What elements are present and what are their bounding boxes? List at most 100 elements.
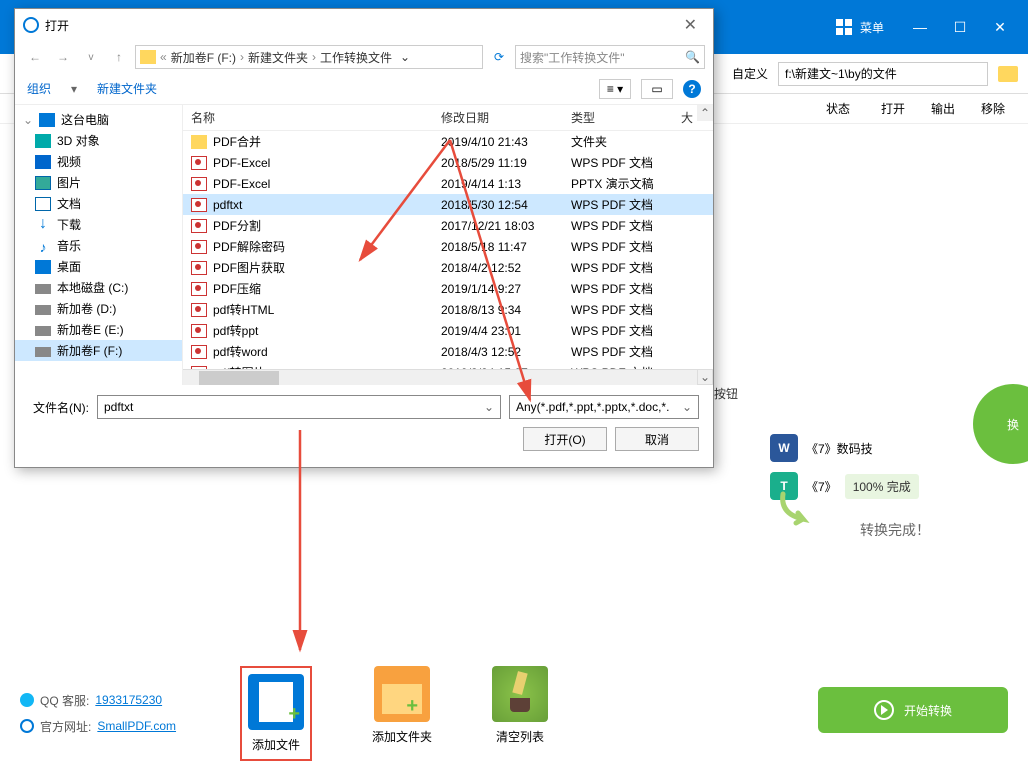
cancel-button[interactable]: 取消	[615, 427, 699, 451]
recent-dropdown[interactable]: v	[79, 45, 103, 69]
start-label: 开始转换	[904, 702, 952, 719]
nav-item[interactable]: ⌄这台电脑	[15, 109, 182, 130]
add-file-label: 添加文件	[252, 736, 300, 753]
dialog-titlebar: 打开 ✕	[15, 9, 713, 41]
file-icon	[191, 240, 207, 254]
add-file-button[interactable]: + 添加文件	[240, 666, 312, 761]
nav-item[interactable]: 3D 对象	[15, 130, 182, 151]
nav-item[interactable]: 视频	[15, 151, 182, 172]
chevron-down-icon[interactable]: ⌄	[396, 50, 414, 64]
file-row[interactable]: PDF-Excel2019/4/14 1:13PPTX 演示文稿	[183, 173, 713, 194]
nav-item[interactable]: 本地磁盘 (C:)	[15, 277, 182, 298]
minimize-button[interactable]: —	[900, 0, 940, 54]
menu-grid-icon	[836, 19, 852, 35]
col-open: 打开	[868, 100, 918, 117]
up-button[interactable]: ↑	[107, 45, 131, 69]
clear-list-button[interactable]: 清空列表	[492, 666, 548, 761]
folder-icon[interactable]	[998, 66, 1018, 82]
task-name: 《7》数码技	[806, 440, 873, 457]
nav-item[interactable]: 新加卷 (D:)	[15, 298, 182, 319]
file-row[interactable]: PDF压缩2019/1/14 9:27WPS PDF 文档	[183, 278, 713, 299]
nav-item[interactable]: 新加卷E (E:)	[15, 319, 182, 340]
progress-badge: 100% 完成	[845, 474, 919, 499]
breadcrumb[interactable]: « 新加卷F (F:)› 新建文件夹› 工作转换文件 ⌄	[135, 45, 483, 69]
nav-item[interactable]: ↓下载	[15, 214, 182, 235]
back-button[interactable]: ←	[23, 45, 47, 69]
close-button[interactable]: ✕	[980, 0, 1020, 54]
menu-label: 菜单	[860, 19, 884, 36]
annotation-button-label: 按钮	[714, 385, 738, 402]
nav-icon	[35, 155, 51, 169]
scroll-up-button[interactable]: ⌃	[697, 105, 713, 121]
forward-button[interactable]: →	[51, 45, 75, 69]
file-row[interactable]: PDF解除密码2018/5/18 11:47WPS PDF 文档	[183, 236, 713, 257]
file-icon	[191, 177, 207, 191]
file-icon	[191, 261, 207, 275]
dialog-title: 打开	[45, 17, 69, 34]
nav-icon: ♪	[35, 239, 51, 253]
file-row[interactable]: pdftxt2018/5/30 12:54WPS PDF 文档	[183, 194, 713, 215]
col-name-header[interactable]: 名称	[191, 109, 441, 126]
file-row[interactable]: PDF分割2017/12/21 18:03WPS PDF 文档	[183, 215, 713, 236]
search-placeholder: 搜索"工作转换文件"	[520, 49, 625, 66]
swoosh-arrow-icon	[778, 489, 818, 529]
menu-button[interactable]: 菜单	[820, 0, 900, 54]
output-path-input[interactable]	[778, 62, 988, 86]
filename-input[interactable]: pdftxt⌄	[97, 395, 501, 419]
file-icon	[191, 303, 207, 317]
horizontal-scrollbar[interactable]	[183, 369, 697, 385]
file-row[interactable]: pdf转word2018/4/3 12:52WPS PDF 文档	[183, 341, 713, 362]
file-row[interactable]: PDF图片获取2018/4/2 12:52WPS PDF 文档	[183, 257, 713, 278]
custom-label[interactable]: 自定义	[732, 65, 768, 82]
add-file-icon: +	[248, 674, 304, 730]
new-folder-button[interactable]: 新建文件夹	[97, 80, 157, 97]
nav-icon: ↓	[35, 218, 51, 232]
site-link[interactable]: SmallPDF.com	[97, 719, 176, 733]
start-convert-button[interactable]: 开始转换	[818, 687, 1008, 733]
nav-icon	[35, 176, 51, 190]
file-row[interactable]: PDF-Excel2018/5/29 11:19WPS PDF 文档	[183, 152, 713, 173]
nav-item[interactable]: 图片	[15, 172, 182, 193]
file-icon	[191, 345, 207, 359]
maximize-button[interactable]: ☐	[940, 0, 980, 54]
view-mode-button[interactable]: ≡ ▾	[599, 79, 631, 99]
file-row[interactable]: pdf转ppt2019/4/4 23:01WPS PDF 文档	[183, 320, 713, 341]
col-output: 输出	[918, 100, 968, 117]
nav-icon	[35, 347, 51, 357]
search-input[interactable]: 搜索"工作转换文件" 🔍	[515, 45, 705, 69]
nav-icon	[35, 260, 51, 274]
col-type-header[interactable]: 类型	[571, 109, 681, 126]
scroll-down-button[interactable]: ⌄	[697, 369, 713, 385]
col-date-header[interactable]: 修改日期	[441, 109, 571, 126]
dialog-body: ⌄这台电脑3D 对象视频图片文档↓下载♪音乐桌面本地磁盘 (C:)新加卷 (D:…	[15, 105, 713, 385]
dialog-close-button[interactable]: ✕	[676, 15, 705, 35]
add-folder-button[interactable]: + 添加文件夹	[372, 666, 432, 761]
dialog-nav-bar: ← → v ↑ « 新加卷F (F:)› 新建文件夹› 工作转换文件 ⌄ ⟳ 搜…	[15, 41, 713, 73]
file-row[interactable]: pdf转HTML2018/8/13 9:34WPS PDF 文档	[183, 299, 713, 320]
navigation-pane: ⌄这台电脑3D 对象视频图片文档↓下载♪音乐桌面本地磁盘 (C:)新加卷 (D:…	[15, 105, 183, 385]
nav-item[interactable]: ♪音乐	[15, 235, 182, 256]
file-type-filter[interactable]: Any(*.pdf,*.ppt,*.pptx,*.doc,*.⌄	[509, 395, 699, 419]
bottom-bar: QQ 客服:1933175230 官方网址:SmallPDF.com + 添加文…	[0, 658, 1028, 768]
open-button[interactable]: 打开(O)	[523, 427, 607, 451]
file-icon	[191, 282, 207, 296]
file-icon	[191, 324, 207, 338]
dialog-footer: 文件名(N): pdftxt⌄ Any(*.pdf,*.ppt,*.pptx,*…	[15, 385, 713, 461]
play-icon	[874, 700, 894, 720]
app-logo-icon	[23, 17, 39, 33]
nav-icon	[35, 326, 51, 336]
organize-menu[interactable]: 组织	[27, 80, 51, 97]
task-item: W 《7》数码技	[770, 434, 1020, 462]
qq-link[interactable]: 1933175230	[95, 693, 162, 707]
help-icon[interactable]: ?	[683, 80, 701, 98]
nav-item[interactable]: 文档	[15, 193, 182, 214]
refresh-button[interactable]: ⟳	[487, 50, 511, 64]
col-remove: 移除	[968, 100, 1018, 117]
preview-pane-button[interactable]: ▭	[641, 79, 673, 99]
file-icon	[191, 135, 207, 149]
file-row[interactable]: PDF合并2019/4/10 21:43文件夹	[183, 131, 713, 152]
nav-item[interactable]: 新加卷F (F:)	[15, 340, 182, 361]
action-buttons: + 添加文件 + 添加文件夹 清空列表	[240, 666, 548, 761]
nav-icon	[35, 305, 51, 315]
nav-item[interactable]: 桌面	[15, 256, 182, 277]
